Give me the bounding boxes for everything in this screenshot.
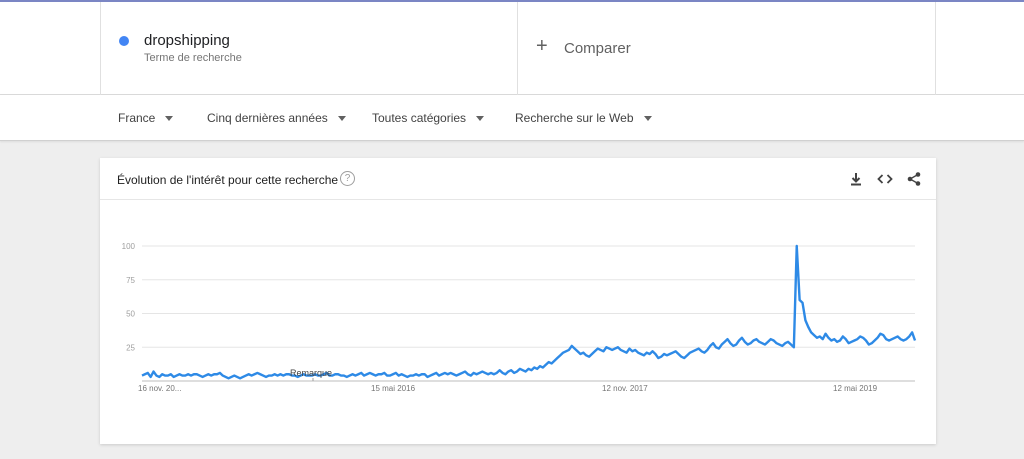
interest-over-time-card: Évolution de l'intérêt pour cette recher…	[100, 158, 936, 444]
term-name[interactable]: dropshipping	[144, 32, 230, 49]
y-tick-label: 100	[122, 242, 136, 251]
search-type-dropdown[interactable]: Recherche sur le Web	[515, 111, 652, 125]
period-label: Cinq dernières années	[207, 111, 328, 125]
y-tick-label: 50	[126, 310, 135, 319]
chevron-down-icon	[476, 116, 485, 122]
interest-line-chart: 25 50 75 100 16 nov. 20... 15 mai 2016 12 nov.…	[122, 242, 917, 393]
x-tick-label: 12 nov. 2017	[602, 384, 648, 393]
plus-icon: +	[536, 35, 548, 57]
region-dropdown[interactable]: France	[118, 111, 174, 125]
y-tick-label: 75	[126, 276, 135, 285]
x-tick-label: 16 nov. 20...	[138, 384, 181, 393]
chevron-down-icon	[643, 116, 652, 122]
term-type-label: Terme de recherche	[144, 52, 242, 64]
chevron-down-icon	[337, 116, 346, 122]
filter-bar: France Cinq dernières années Toutes caté…	[0, 95, 1024, 141]
chevron-down-icon	[165, 116, 174, 122]
region-label: France	[118, 111, 156, 125]
compare-button[interactable]: + Comparer	[518, 2, 936, 95]
term-color-dot	[119, 36, 129, 46]
search-type-label: Recherche sur le Web	[515, 111, 634, 125]
category-label: Toutes catégories	[372, 111, 467, 125]
search-term-card[interactable]: dropshipping Terme de recherche	[100, 2, 518, 95]
compare-label: Comparer	[564, 40, 631, 57]
period-dropdown[interactable]: Cinq dernières années	[207, 111, 346, 125]
category-dropdown[interactable]: Toutes catégories	[372, 111, 485, 125]
series-line	[141, 244, 917, 380]
x-tick-label: 12 mai 2019	[833, 384, 878, 393]
annotation-note: Remarque	[290, 368, 332, 378]
x-tick-label: 15 mai 2016	[371, 384, 416, 393]
y-tick-label: 25	[126, 343, 135, 352]
search-terms-bar: dropshipping Terme de recherche + Compar…	[0, 2, 1024, 95]
